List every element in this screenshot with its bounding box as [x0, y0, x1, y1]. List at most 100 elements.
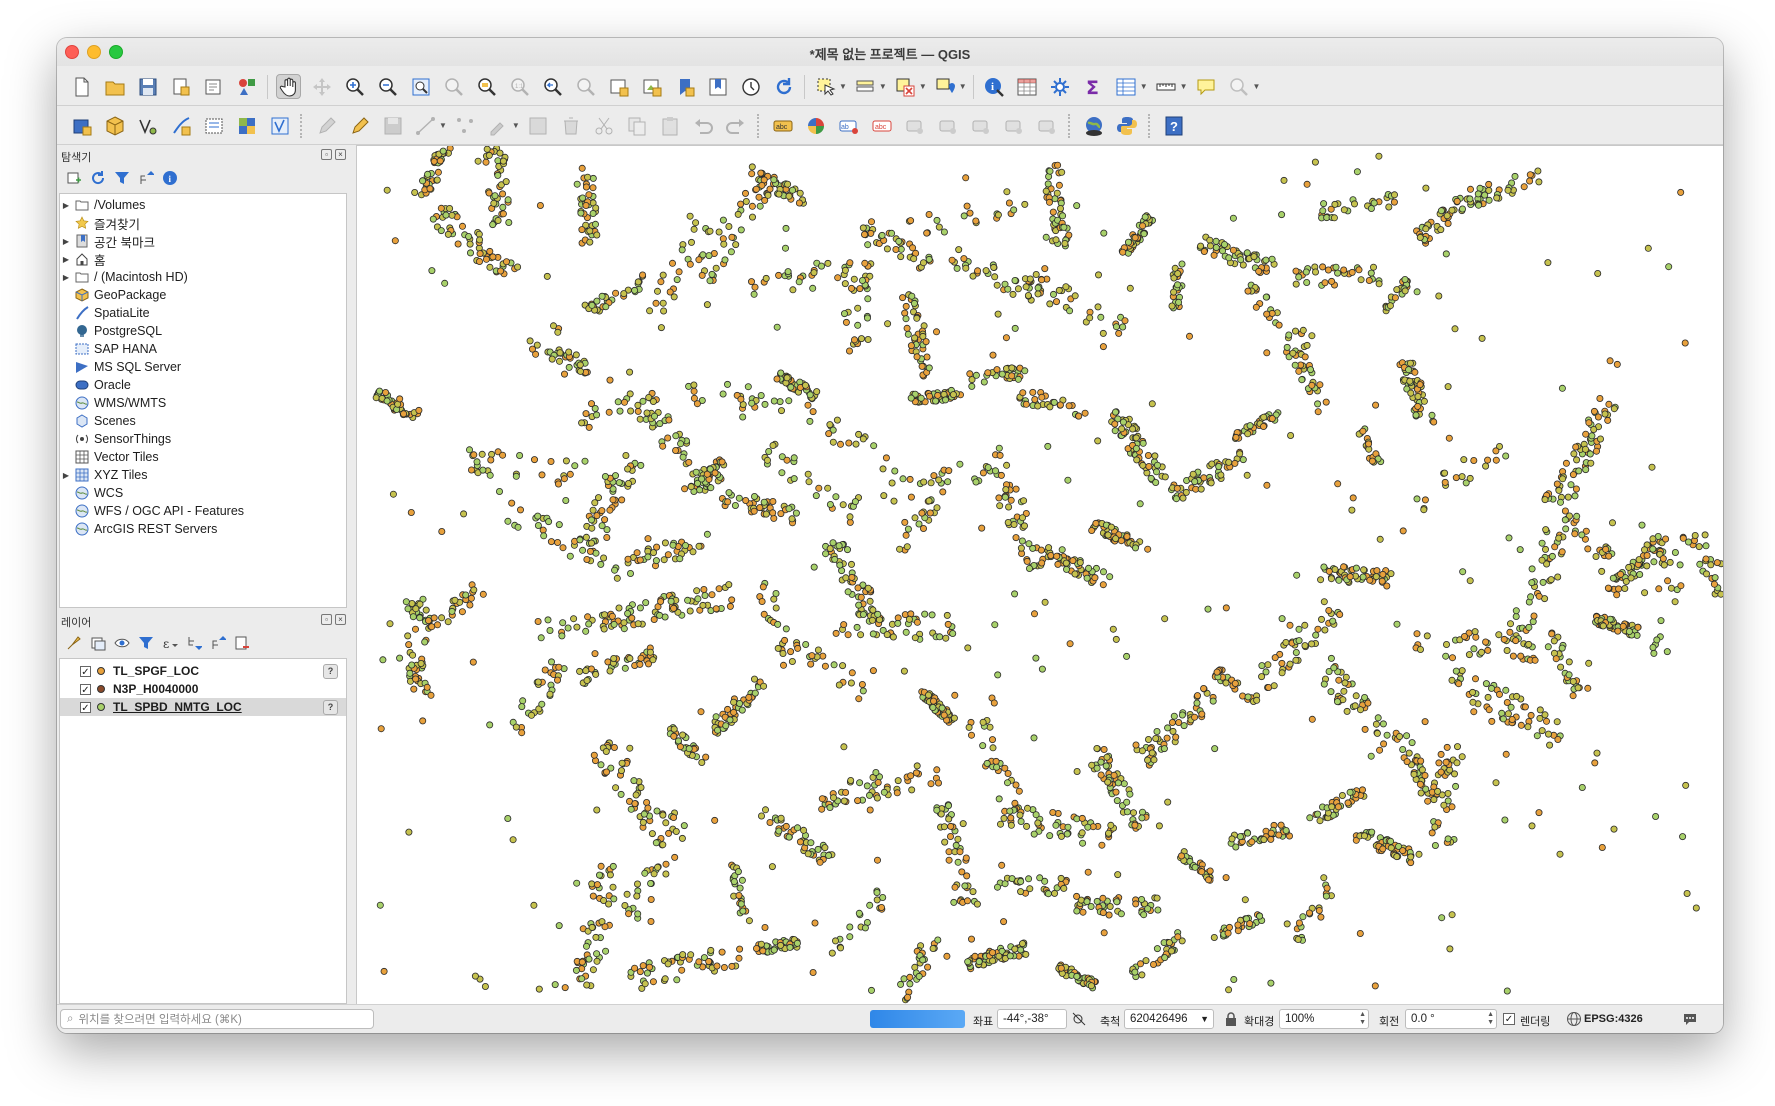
collapse-all-icon[interactable]: [208, 633, 228, 653]
render-checkbox[interactable]: ✓: [1503, 1013, 1515, 1025]
rotate-label-icon[interactable]: [936, 113, 961, 138]
new-spatialite-layer-icon[interactable]: [168, 113, 193, 138]
expand-all-icon[interactable]: [184, 633, 204, 653]
browser-item[interactable]: ▶/Volumes: [60, 196, 346, 214]
float-panel-icon[interactable]: ▫: [321, 149, 332, 160]
copy-features-icon[interactable]: [625, 113, 650, 138]
save-project-icon[interactable]: [135, 74, 160, 99]
lock-scale-icon[interactable]: [1223, 1011, 1239, 1027]
save-edits-icon[interactable]: [380, 113, 405, 138]
filter-icon[interactable]: [112, 168, 132, 188]
map-canvas[interactable]: [356, 144, 1723, 1004]
layer-diagram-icon[interactable]: [804, 113, 829, 138]
browser-item[interactable]: SpatiaLite: [60, 304, 346, 322]
zoom-full-icon[interactable]: [408, 74, 433, 99]
chevron-down-icon[interactable]: ▼: [512, 121, 520, 130]
close-panel-icon[interactable]: ×: [335, 149, 346, 160]
collapse-all-icon[interactable]: [136, 168, 156, 188]
locator-filter-icon[interactable]: [1227, 74, 1252, 99]
data-source-manager-icon[interactable]: [69, 113, 94, 138]
layout-manager-icon[interactable]: [201, 74, 226, 99]
cut-features-icon[interactable]: [592, 113, 617, 138]
map-tips-icon[interactable]: [1194, 74, 1219, 99]
delete-selected-icon[interactable]: [559, 113, 584, 138]
browser-item[interactable]: GeoPackage: [60, 286, 346, 304]
browser-item[interactable]: Scenes: [60, 412, 346, 430]
browser-item[interactable]: PostgreSQL: [60, 322, 346, 340]
filter-legend-icon[interactable]: [136, 633, 156, 653]
new-geopackage-layer-icon[interactable]: [102, 113, 127, 138]
remove-layer-icon[interactable]: [232, 633, 252, 653]
crs-label[interactable]: EPSG:4326: [1584, 1013, 1643, 1025]
highlight-pinned-labels-icon[interactable]: ab: [837, 113, 862, 138]
manage-visibility-icon[interactable]: [112, 633, 132, 653]
python-console-icon[interactable]: [1115, 113, 1140, 138]
layer-help-icon[interactable]: ?: [323, 663, 338, 679]
digitize-line-icon[interactable]: [413, 113, 438, 138]
style-manager-icon[interactable]: [234, 74, 259, 99]
browser-item[interactable]: WMS/WMTS: [60, 394, 346, 412]
open-table-icon[interactable]: [1114, 74, 1139, 99]
chevron-down-icon[interactable]: ▼: [1140, 82, 1148, 91]
browser-item[interactable]: WCS: [60, 484, 346, 502]
pan-map-icon[interactable]: [276, 74, 301, 99]
chevron-down-icon[interactable]: ▼: [959, 82, 967, 91]
browser-item[interactable]: Oracle: [60, 376, 346, 394]
add-group-icon[interactable]: [88, 633, 108, 653]
show-bookmarks-icon[interactable]: [705, 74, 730, 99]
messages-icon[interactable]: [1682, 1011, 1698, 1027]
new-virtual-layer-icon[interactable]: [201, 113, 226, 138]
info-icon[interactable]: i: [160, 168, 180, 188]
zoom-to-selection-icon[interactable]: [441, 74, 466, 99]
statistical-summary-icon[interactable]: Σ: [1081, 74, 1106, 99]
browser-item[interactable]: SensorThings: [60, 430, 346, 448]
browser-item[interactable]: ▶ 홈: [60, 250, 346, 268]
undo-icon[interactable]: [691, 113, 716, 138]
toggle-editing-icon[interactable]: [347, 113, 372, 138]
pan-to-selection-icon[interactable]: [309, 74, 334, 99]
close-panel-icon[interactable]: ×: [335, 614, 346, 625]
browser-item[interactable]: 즐겨찾기: [60, 214, 346, 232]
add-selected-layers-icon[interactable]: [64, 168, 84, 188]
zoom-to-layer-icon[interactable]: [474, 74, 499, 99]
layer-labeling-icon[interactable]: abc: [771, 113, 796, 138]
refresh-icon[interactable]: [88, 168, 108, 188]
new-3d-map-view-icon[interactable]: [639, 74, 664, 99]
filter-by-expression-icon[interactable]: ε: [160, 633, 180, 653]
expand-arrow-icon[interactable]: ▶: [60, 255, 72, 264]
deselect-features-icon[interactable]: [893, 74, 918, 99]
processing-toolbox-icon[interactable]: [1048, 74, 1073, 99]
refresh-icon[interactable]: [771, 74, 796, 99]
chevron-down-icon[interactable]: ▼: [839, 82, 847, 91]
zoom-last-icon[interactable]: [540, 74, 565, 99]
browser-item[interactable]: ▶ XYZ Tiles: [60, 466, 346, 484]
move-label-icon[interactable]: [903, 113, 928, 138]
expand-arrow-icon[interactable]: ▶: [60, 273, 72, 282]
temporal-controller-icon[interactable]: [738, 74, 763, 99]
expand-arrow-icon[interactable]: ▶: [60, 237, 72, 246]
pin-label-icon[interactable]: [1002, 113, 1027, 138]
layer-row[interactable]: ✓ TL_SPGF_LOC?: [60, 662, 346, 680]
measure-line-icon[interactable]: [1154, 74, 1179, 99]
new-map-view-icon[interactable]: [606, 74, 631, 99]
magnifier-spinbox[interactable]: 100% ▲ ▼: [1279, 1009, 1369, 1029]
browser-item[interactable]: ▶ / (Macintosh HD): [60, 268, 346, 286]
identify-features-icon[interactable]: i: [982, 74, 1007, 99]
crs-globe-icon[interactable]: [1566, 1011, 1582, 1027]
mouse-extents-toggle-icon[interactable]: [1071, 1011, 1087, 1027]
browser-item[interactable]: ▶ 공간 북마크: [60, 232, 346, 250]
show-hide-labels-icon[interactable]: abc: [870, 113, 895, 138]
plugin-globe-icon[interactable]: [1082, 113, 1107, 138]
browser-item[interactable]: ArcGIS REST Servers: [60, 520, 346, 538]
spin-arrows-icon[interactable]: ▲ ▼: [1359, 1011, 1366, 1027]
scale-combobox[interactable]: 620426496 ▼: [1124, 1009, 1214, 1029]
edit-attributes-icon[interactable]: [526, 113, 551, 138]
paste-features-icon[interactable]: [658, 113, 683, 138]
spin-arrows-icon[interactable]: ▲ ▼: [1487, 1011, 1494, 1027]
new-shapefile-layer-icon[interactable]: [135, 113, 160, 138]
attribute-table-icon[interactable]: [1015, 74, 1040, 99]
browser-item[interactable]: SAP HANA: [60, 340, 346, 358]
select-by-value-icon[interactable]: [853, 74, 878, 99]
select-features-icon[interactable]: [813, 74, 838, 99]
coordinate-field[interactable]: -44°,-38°: [997, 1009, 1067, 1029]
